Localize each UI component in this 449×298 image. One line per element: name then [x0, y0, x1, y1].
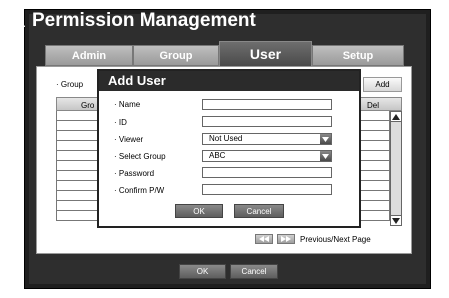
previous-page-button[interactable]	[255, 234, 273, 244]
add-user-dialog	[97, 69, 361, 228]
column-header-del: Del	[367, 101, 380, 110]
add-button[interactable]: Add	[363, 77, 402, 92]
viewer-label: · Viewer	[114, 135, 144, 144]
ok-button[interactable]: OK	[179, 264, 226, 279]
triangle-down-icon	[392, 217, 400, 224]
tab-user[interactable]: User	[219, 41, 312, 66]
triangle-up-icon	[392, 113, 400, 120]
user-icon	[13, 14, 25, 27]
dialog-cancel-button[interactable]: Cancel	[234, 204, 284, 218]
next-page-button[interactable]	[277, 234, 295, 244]
tab-admin[interactable]: Admin	[45, 45, 133, 66]
fast-forward-icon	[281, 236, 291, 242]
select-group-label: · Select Group	[114, 152, 166, 161]
table-scrollbar[interactable]	[390, 111, 402, 226]
tab-group[interactable]: Group	[133, 45, 219, 66]
name-field[interactable]	[202, 99, 332, 110]
scroll-up-button[interactable]	[390, 111, 402, 122]
paging-label: Previous/Next Page	[300, 235, 371, 244]
column-header-group: Gro	[81, 101, 95, 110]
id-label: · ID	[114, 118, 127, 127]
viewer-select[interactable]: Not Used	[202, 133, 332, 145]
window-title: Permission Management	[12, 9, 256, 33]
group-select-value: ABC	[209, 151, 226, 160]
password-field[interactable]	[202, 167, 332, 178]
rewind-icon	[259, 236, 269, 242]
dialog-title: Add User	[108, 73, 166, 88]
confirm-password-label: · Confirm P/W	[114, 186, 165, 195]
name-label: · Name	[114, 100, 141, 109]
group-label: · Group	[56, 80, 84, 89]
group-select[interactable]: ABC	[202, 150, 332, 162]
tab-setup[interactable]: Setup	[312, 45, 404, 66]
password-label: · Password	[114, 169, 155, 178]
confirm-password-field[interactable]	[202, 184, 332, 195]
viewer-select-value: Not Used	[209, 134, 243, 143]
id-field[interactable]	[202, 116, 332, 127]
cancel-button[interactable]: Cancel	[230, 264, 278, 279]
chevron-down-icon	[320, 151, 331, 161]
chevron-down-icon	[320, 134, 331, 144]
window-title-text: Permission Management	[32, 10, 256, 31]
scroll-down-button[interactable]	[390, 215, 402, 226]
dialog-ok-button[interactable]: OK	[175, 204, 223, 218]
